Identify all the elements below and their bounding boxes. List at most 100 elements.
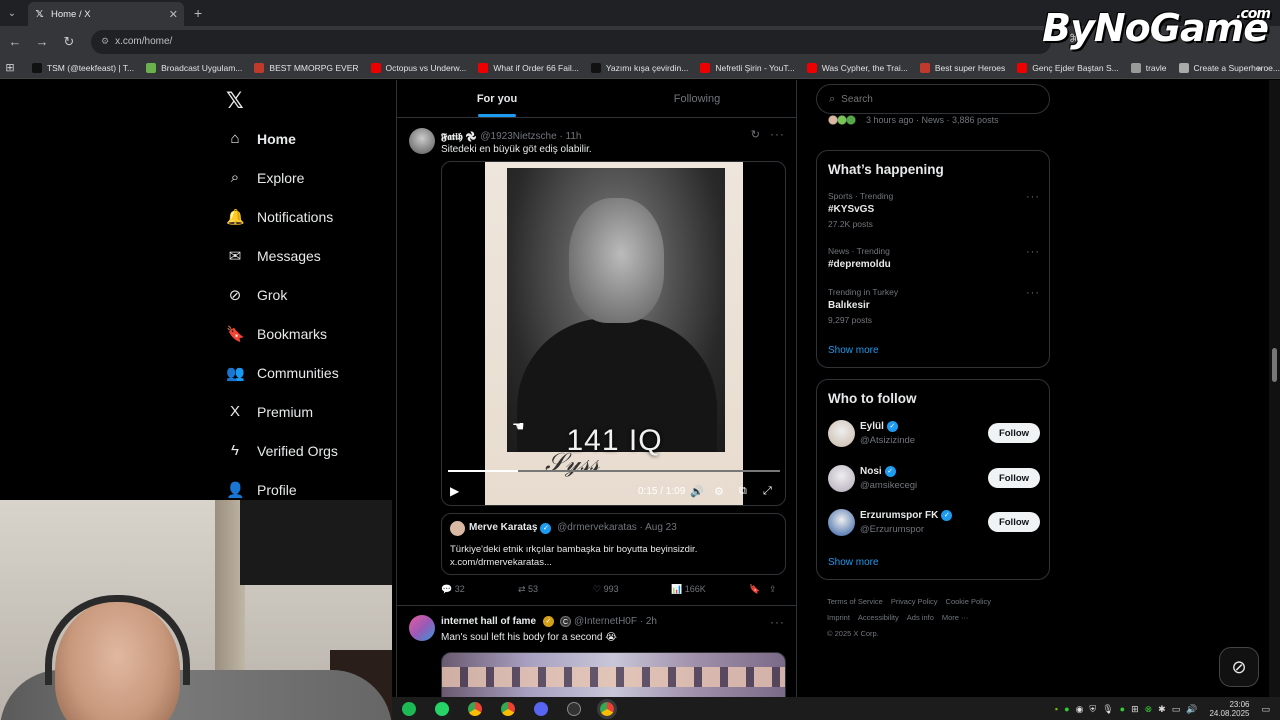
play-icon[interactable]: ▶ xyxy=(450,484,459,498)
nav-item-premium[interactable]: X Premium xyxy=(226,403,313,420)
site-info-icon[interactable]: ⚙ xyxy=(101,36,109,47)
share-icon[interactable]: ⇪ xyxy=(769,584,777,595)
account-name[interactable]: Eylül ✓ xyxy=(860,421,901,432)
notifications-tray-icon[interactable]: ▭ xyxy=(1261,704,1270,715)
quote-author-name[interactable]: Merve Karataş xyxy=(469,522,537,533)
nav-item-messages[interactable]: ✉ Messages xyxy=(226,247,321,265)
follow-button[interactable]: Follow xyxy=(988,512,1040,532)
author-name[interactable]: internet hall of fame xyxy=(441,616,536,627)
footer-link[interactable]: Terms of Service xyxy=(827,597,883,606)
nav-item-home[interactable]: ⌂ Home xyxy=(226,130,295,147)
follow-button[interactable]: Follow xyxy=(988,423,1040,443)
follow-button[interactable]: Follow xyxy=(988,468,1040,488)
avatar[interactable] xyxy=(828,509,855,536)
whatsapp-icon[interactable] xyxy=(435,701,449,716)
trend-more-options-icon[interactable]: ··· xyxy=(1026,287,1040,299)
back-arrow-icon[interactable]: ← xyxy=(3,34,27,49)
follow-suggestion[interactable]: Eylül ✓ @Atsizizinde Follow xyxy=(828,420,1040,450)
browser-tab-home[interactable]: 𝕏 Home / X ✕ xyxy=(28,2,184,26)
avatar[interactable] xyxy=(409,615,435,641)
nav-item-profile[interactable]: 👤 Profile xyxy=(226,481,297,499)
page-scrollbar[interactable] xyxy=(1269,80,1280,697)
microphone-icon[interactable]: 🎙 xyxy=(1102,704,1113,715)
avatar[interactable] xyxy=(828,420,855,447)
author-name[interactable]: 𝕱𝖆𝖙𝖎𝖍 𖣘 xyxy=(441,129,476,143)
scrollbar-thumb[interactable] xyxy=(1272,348,1277,382)
account-handle[interactable]: @Erzurumspor xyxy=(860,524,924,535)
bookmark-item[interactable]: Broadcast Uygulam... xyxy=(146,62,242,73)
bluetooth-icon[interactable]: ✱ xyxy=(1158,704,1166,715)
account-name[interactable]: Nosi ✓ xyxy=(860,466,899,477)
windows-icon[interactable]: ⊞ xyxy=(1131,704,1139,715)
footer-link[interactable]: Accessibility xyxy=(858,613,899,622)
chrome-profile-icon[interactable] xyxy=(501,701,515,716)
like-button[interactable]: ♡ 993 xyxy=(593,584,619,595)
volume-tray-icon[interactable]: 🔊 xyxy=(1186,704,1197,715)
forward-arrow-icon[interactable]: → xyxy=(30,34,54,49)
xbox-icon[interactable]: ⊗ xyxy=(1145,704,1153,715)
steam-icon[interactable]: ◉ xyxy=(1076,704,1084,715)
trend-item[interactable]: News · Trending #depremoldu ··· xyxy=(828,246,1040,270)
obs-icon[interactable] xyxy=(567,701,581,716)
close-tab-icon[interactable]: ✕ xyxy=(169,8,178,21)
trend-item[interactable]: Trending in Turkey Balıkesir 9,297 posts ··… xyxy=(828,287,1040,325)
reload-icon[interactable]: ↻ xyxy=(57,34,81,50)
nav-item-notifications[interactable]: 🔔 Notifications xyxy=(226,208,333,226)
bookmark-item[interactable]: Yazımı kışa çevirdin... xyxy=(590,62,688,73)
views-button[interactable]: 📊 166K xyxy=(671,584,706,595)
bookmark-item[interactable]: travle xyxy=(1130,62,1167,73)
trend-item[interactable]: Sports · Trending #KYSvGS 27.2K posts ··· xyxy=(828,191,1040,229)
footer-link[interactable]: Privacy Policy xyxy=(891,597,938,606)
settings-gear-icon[interactable]: ⚙ xyxy=(714,485,724,498)
discord-icon[interactable] xyxy=(534,701,548,716)
trends-show-more-link[interactable]: Show more xyxy=(828,345,879,356)
chrome-icon[interactable] xyxy=(468,701,482,716)
network-app-icon[interactable]: ● xyxy=(1064,704,1069,714)
follow-suggestion[interactable]: Erzurumspor FK ✓ @Erzurumspor Follow xyxy=(828,509,1040,539)
bookmark-item[interactable]: Was Cypher, the Trai... xyxy=(806,62,908,73)
app-tray-icon[interactable]: ● xyxy=(1120,704,1125,714)
nav-item-bookmarks[interactable]: 🔖 Bookmarks xyxy=(226,325,327,343)
author-handle-time[interactable]: @InternetH0F · 2h xyxy=(574,616,657,627)
nav-item-communities[interactable]: 👥 Communities xyxy=(226,364,339,382)
bookmark-item[interactable]: TSM (@teekfeast) | T... xyxy=(31,62,134,73)
quote-avatar[interactable] xyxy=(450,521,465,536)
volume-icon[interactable]: 🔊 xyxy=(690,485,704,498)
new-tab-plus-icon[interactable]: + xyxy=(194,5,202,21)
account-name[interactable]: Erzurumspor FK ✓ xyxy=(860,510,955,521)
bookmark-item[interactable]: What if Order 66 Fail... xyxy=(478,62,579,73)
search-input[interactable] xyxy=(841,93,1022,105)
url-bar[interactable]: ⚙ x.com/home/ xyxy=(91,29,1051,54)
bookmark-icon[interactable]: 🔖 xyxy=(749,584,760,595)
follow-show-more-link[interactable]: Show more xyxy=(828,557,879,568)
more-options-icon[interactable]: ··· xyxy=(770,615,785,629)
quoted-post[interactable]: Merve Karataş ✓ @drmervekaratas · Aug 23 … xyxy=(441,513,786,575)
account-handle[interactable]: @Atsizizinde xyxy=(860,435,915,446)
trend-more-options-icon[interactable]: ··· xyxy=(1026,191,1040,203)
bookmark-item[interactable]: Octopus vs Underw... xyxy=(370,62,466,73)
monitor-icon[interactable]: ▭ xyxy=(1172,704,1181,715)
nvidia-icon[interactable]: ▪ xyxy=(1055,704,1058,714)
video-progress-bar[interactable] xyxy=(448,470,780,472)
taskbar-clock[interactable]: 23:06 24.08.2025 xyxy=(1209,700,1249,718)
post-nietzsche[interactable]: 𝕱𝖆𝖙𝖎𝖍 𖣘 @1923Nietzsche · 11h ↻ ··· Sited… xyxy=(397,118,797,606)
trend-more-options-icon[interactable]: ··· xyxy=(1026,246,1040,258)
search-box[interactable]: ⌕ xyxy=(816,84,1050,114)
post-image[interactable] xyxy=(441,652,786,697)
more-options-icon[interactable]: ··· xyxy=(770,127,785,141)
nav-item-explore[interactable]: ⌕ Explore xyxy=(226,169,305,186)
bookmark-item[interactable]: Best super Heroes xyxy=(919,62,1005,73)
nav-item-grok[interactable]: ⊘ Grok xyxy=(226,286,288,304)
nav-item-verified-orgs[interactable]: ϟ Verified Orgs xyxy=(226,442,338,459)
footer-link[interactable]: Imprint xyxy=(827,613,850,622)
x-logo-icon[interactable]: 𝕏 xyxy=(226,88,244,114)
grok-floating-icon[interactable]: ⊘ xyxy=(1219,647,1259,687)
bookmark-item[interactable]: Genç Ejder Baştan S... xyxy=(1017,62,1119,73)
avatar[interactable] xyxy=(828,465,855,492)
tab-list-chevron-icon[interactable]: ⌄ xyxy=(0,0,24,26)
picture-in-picture-icon[interactable]: ⧉ xyxy=(739,485,747,498)
bookmark-item[interactable]: BEST MMORPG EVER xyxy=(254,62,359,73)
footer-link[interactable]: Cookie Policy xyxy=(946,597,991,606)
video-player[interactable]: 𝒮𝓎𝓈𝓈 141 IQ ▶ 0:15 / 1:09 🔊 ⚙ ⧉ ⤢ xyxy=(441,161,786,506)
account-handle[interactable]: @amsikecegi xyxy=(860,480,917,491)
